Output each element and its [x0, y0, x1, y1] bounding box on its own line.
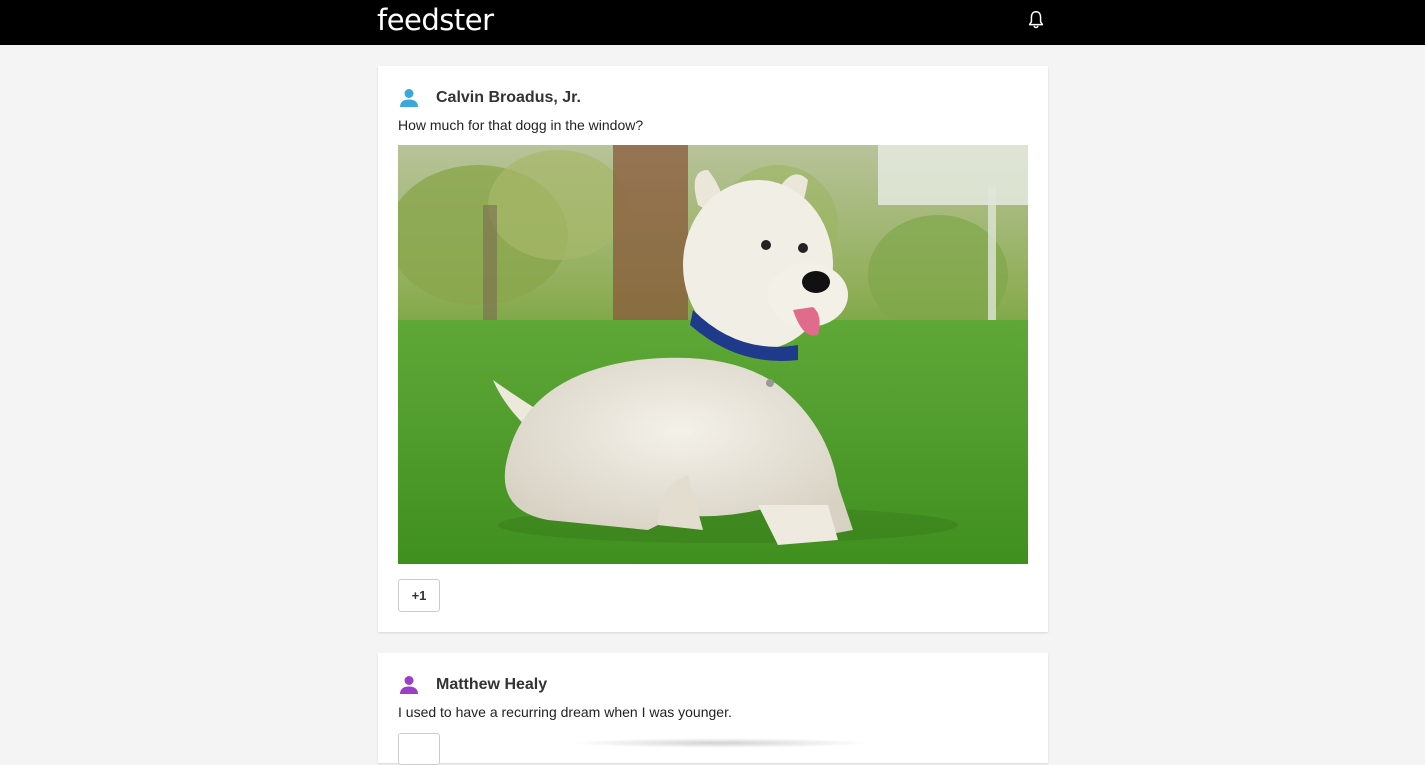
author-name[interactable]: Calvin Broadus, Jr. — [436, 89, 581, 107]
post-text: I used to have a recurring dream when I … — [398, 704, 732, 720]
post-author: Matthew Healy — [398, 674, 547, 696]
bell-icon[interactable] — [1025, 9, 1047, 31]
scroll-shadow — [570, 738, 870, 748]
author-name[interactable]: Matthew Healy — [436, 676, 547, 694]
brand-logo[interactable]: feedster — [377, 3, 494, 37]
plus-one-button[interactable] — [398, 733, 440, 765]
post-card: Calvin Broadus, Jr. How much for that do… — [378, 66, 1048, 632]
user-icon — [400, 89, 418, 107]
post-image — [398, 145, 1028, 564]
post-author: Calvin Broadus, Jr. — [398, 87, 581, 109]
plus-one-button[interactable]: +1 — [398, 579, 440, 612]
post-text: How much for that dogg in the window? — [398, 117, 644, 133]
user-icon — [400, 676, 418, 694]
top-navbar: feedster — [0, 0, 1425, 45]
